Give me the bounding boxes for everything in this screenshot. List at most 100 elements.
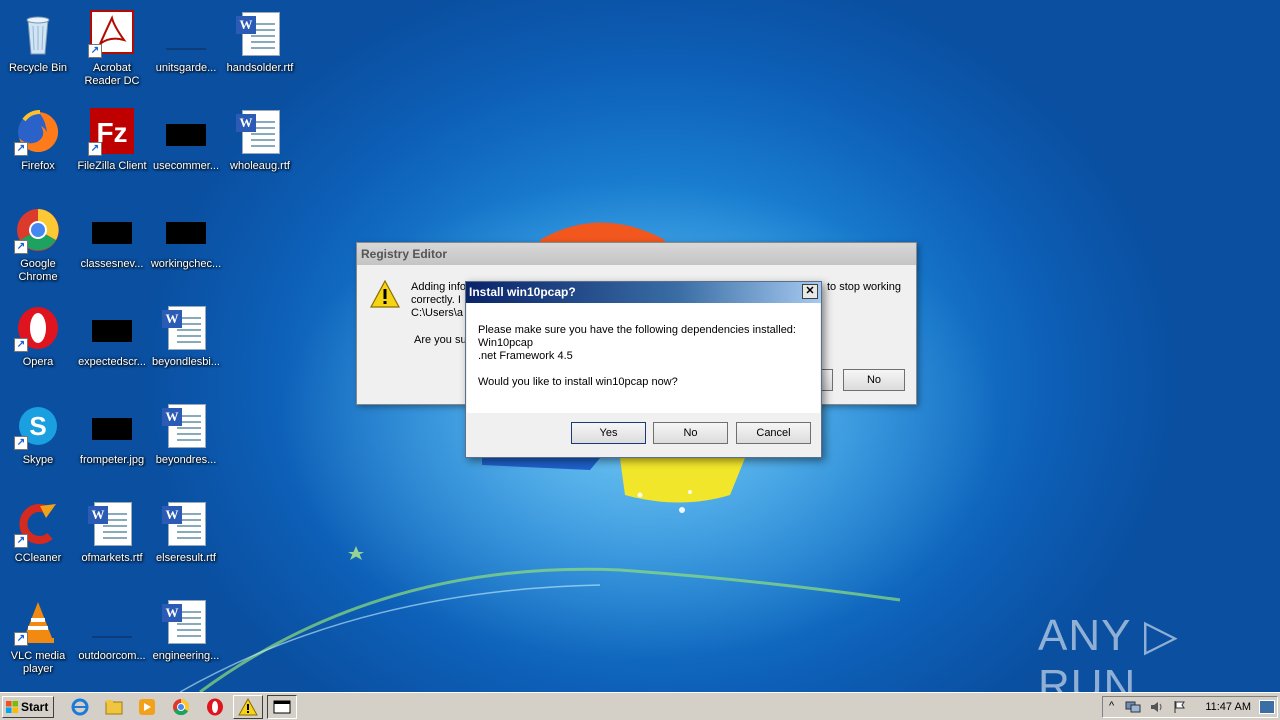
desktop-icon-vlc[interactable]: ↗ VLC media player — [0, 592, 76, 684]
shortcut-arrow-icon: ↗ — [14, 338, 28, 352]
acrobat-icon: ↗ — [88, 10, 136, 58]
desktop-icon-rtf[interactable]: W wholeaug.rtf — [222, 102, 298, 194]
chrome-icon: ↗ — [14, 206, 62, 254]
system-clock[interactable]: 11:47 AM — [1205, 701, 1251, 713]
desktop-icon-label: elseresult.rtf — [156, 552, 216, 564]
desktop-icon-rtf[interactable]: W handsolder.rtf — [222, 4, 298, 96]
desktop-icon-rtf[interactable]: W elseresult.rtf — [148, 494, 224, 586]
chevron-up-icon[interactable]: ^ — [1109, 700, 1114, 712]
registry-dialog-title: Registry Editor — [357, 243, 916, 265]
word-document-icon: W — [162, 402, 210, 450]
install-message: Please make sure you have the following … — [478, 324, 796, 336]
desktop-icon-label: Firefox — [21, 160, 55, 172]
file-thumbnail-icon — [88, 402, 136, 450]
install-dialog-titlebar: Install win10pcap? ✕ — [466, 282, 821, 303]
registry-question: Are you su — [414, 334, 467, 346]
start-button[interactable]: Start — [2, 696, 54, 718]
word-document-icon: W — [162, 500, 210, 548]
file-thumbnail-icon — [88, 598, 136, 646]
desktop-icon-label: Recycle Bin — [8, 62, 68, 74]
desktop-icon-rtf[interactable]: W engineering... — [148, 592, 224, 684]
desktop-icon-recycle-bin[interactable]: Recycle Bin — [0, 4, 76, 96]
desktop-icon-ccleaner[interactable]: ↗ CCleaner — [0, 494, 76, 586]
opera-icon: ↗ — [14, 304, 62, 352]
desktop-icon-label: CCleaner — [14, 552, 62, 564]
desktop-icon-label: FileZilla Client — [77, 160, 147, 172]
desktop-icon-file[interactable]: outdoorcom... — [74, 592, 150, 684]
show-desktop-button[interactable] — [1259, 700, 1275, 714]
desktop-icon-file[interactable]: workingchec... — [148, 200, 224, 292]
file-thumbnail-icon — [88, 206, 136, 254]
shortcut-arrow-icon: ↗ — [14, 436, 28, 450]
desktop-icon-acrobat-reader[interactable]: ↗ Acrobat Reader DC — [74, 4, 150, 96]
desktop-icon-google-chrome[interactable]: ↗ Google Chrome — [0, 200, 76, 292]
word-document-icon: W — [162, 304, 210, 352]
close-icon[interactable]: ✕ — [802, 284, 818, 299]
action-center-flag-icon[interactable] — [1173, 700, 1187, 714]
desktop-icon-filezilla[interactable]: Fz ↗ FileZilla Client — [74, 102, 150, 194]
desktop-icon-label: Skype — [22, 454, 54, 466]
shortcut-arrow-icon: ↗ — [14, 240, 28, 254]
desktop-icon-rtf[interactable]: W ofmarkets.rtf — [74, 494, 150, 586]
cancel-button[interactable]: Cancel — [736, 422, 811, 444]
media-player-icon[interactable] — [137, 697, 157, 717]
desktop-icon-file[interactable]: classesnev... — [74, 200, 150, 292]
desktop-icon-file[interactable]: expectedscr... — [74, 298, 150, 390]
desktop-icon-opera[interactable]: ↗ Opera — [0, 298, 76, 390]
recycle-bin-icon — [14, 10, 62, 58]
desktop-icon-label: wholeaug.rtf — [230, 160, 290, 172]
desktop-icon-file[interactable]: frompeter.jpg — [74, 396, 150, 488]
desktop-icon-label: Google Chrome — [18, 258, 58, 283]
file-thumbnail-icon — [162, 206, 210, 254]
desktop-icon-label: outdoorcom... — [78, 650, 146, 662]
desktop-icon-file[interactable]: usecommer... — [148, 102, 224, 194]
skype-icon: S ↗ — [14, 402, 62, 450]
desktop-icon-label: Opera — [22, 356, 54, 368]
install-dialog-body: Please make sure you have the following … — [467, 303, 820, 413]
chrome-taskbar-icon[interactable] — [171, 697, 191, 717]
start-label: Start — [21, 700, 49, 714]
install-question: Would you like to install win10pcap now? — [478, 376, 678, 388]
taskbar: Start ^ 11:47 AM — [0, 692, 1280, 720]
yes-button[interactable]: Yes — [571, 422, 646, 444]
registry-no-button[interactable]: No — [843, 369, 905, 391]
filezilla-icon: Fz ↗ — [88, 108, 136, 156]
file-explorer-icon[interactable] — [104, 697, 124, 717]
network-icon[interactable] — [1125, 700, 1141, 714]
taskbar-warning-task[interactable] — [233, 695, 263, 719]
volume-icon[interactable] — [1149, 700, 1165, 714]
word-document-icon: W — [88, 500, 136, 548]
warning-icon — [369, 279, 401, 312]
word-document-icon: W — [162, 598, 210, 646]
windows-logo-icon — [6, 701, 18, 713]
no-button[interactable]: No — [653, 422, 728, 444]
desktop-icon-rtf[interactable]: W beyondlesbi... — [148, 298, 224, 390]
desktop-icon-label: frompeter.jpg — [79, 454, 145, 466]
opera-taskbar-icon[interactable] — [205, 697, 225, 717]
desktop-icon-label: unitsgarde... — [155, 62, 217, 74]
desktop-icon-rtf[interactable]: W beyondres... — [148, 396, 224, 488]
desktop-icon-file[interactable]: unitsgarde... — [148, 4, 224, 96]
shortcut-arrow-icon: ↗ — [14, 142, 28, 156]
file-thumbnail-icon — [162, 10, 210, 58]
word-document-icon: W — [236, 108, 284, 156]
install-dialog-title: Install win10pcap? — [469, 285, 576, 299]
shortcut-arrow-icon: ↗ — [88, 44, 102, 58]
desktop-icon-label: classesnev... — [80, 258, 144, 270]
desktop-icon-firefox[interactable]: ↗ Firefox — [0, 102, 76, 194]
desktop-icon-skype[interactable]: S ↗ Skype — [0, 396, 76, 488]
desktop-icon-label: handsolder.rtf — [226, 62, 294, 74]
desktop-icon-label: Acrobat Reader DC — [84, 62, 140, 87]
taskbar-window-task[interactable] — [267, 695, 297, 719]
word-document-icon: W — [236, 10, 284, 58]
desktop-icon-label: expectedscr... — [78, 356, 146, 368]
registry-dialog-message: Adding info correctly. I C:\Users\a — [411, 281, 466, 320]
shortcut-arrow-icon: ↗ — [14, 534, 28, 548]
dependency-item: Win10pcap — [478, 337, 534, 349]
internet-explorer-icon[interactable] — [70, 697, 90, 717]
system-tray: ^ 11:47 AM — [1102, 696, 1278, 718]
dependency-item: .net Framework 4.5 — [478, 350, 573, 362]
svg-text:S: S — [29, 411, 46, 441]
desktop-icon-label: ofmarkets.rtf — [81, 552, 143, 564]
registry-message-line: correctly. I — [411, 294, 461, 306]
